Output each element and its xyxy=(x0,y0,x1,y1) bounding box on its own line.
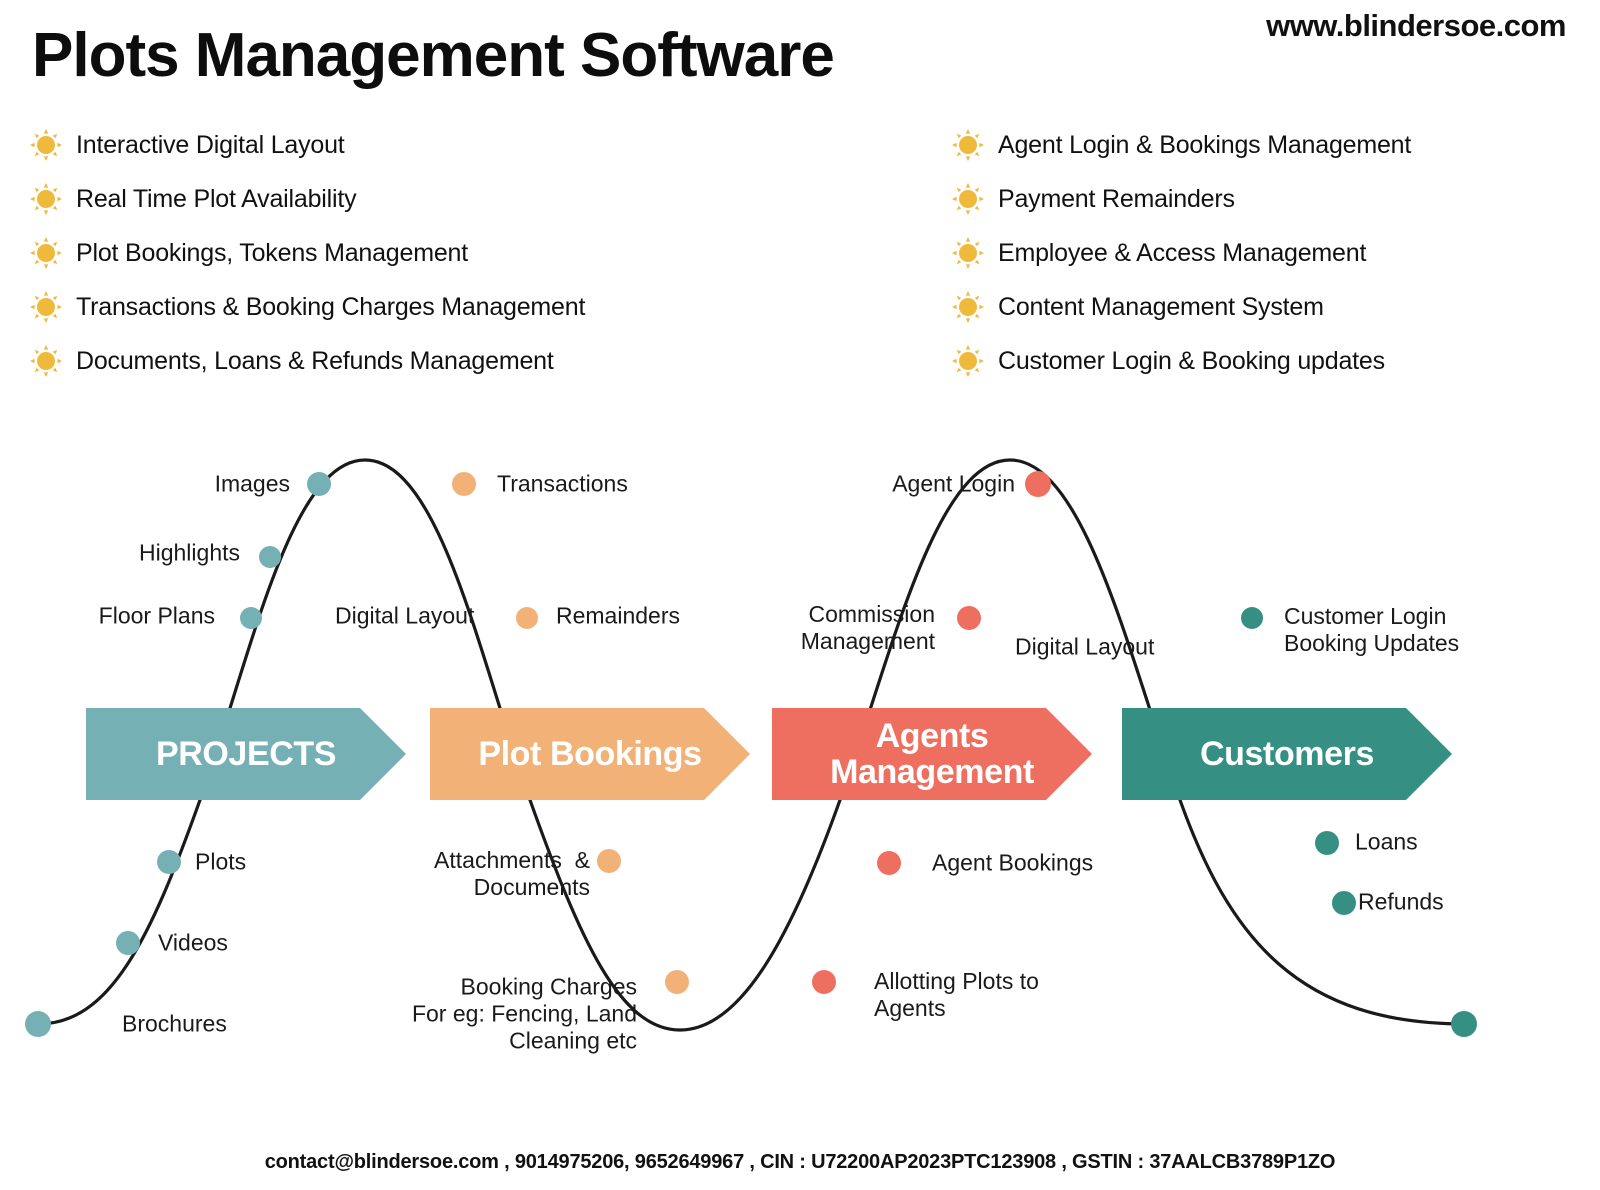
node-dot-transactions xyxy=(452,472,476,496)
node-dot-agent-bookings xyxy=(877,851,901,875)
sun-icon xyxy=(30,237,62,269)
node-label-digital-layout-2: Digital Layout xyxy=(1015,633,1155,660)
stage-banner-agents-management[interactable]: Agents Management xyxy=(772,708,1092,800)
sun-icon xyxy=(30,345,62,377)
sun-icon xyxy=(30,291,62,323)
feature-item: Documents, Loans & Refunds Management xyxy=(30,334,585,388)
footer-contact: contact@blindersoe.com , 9014975206, 965… xyxy=(264,1151,1336,1173)
node-label-allotting-plots: Allotting Plots to Agents xyxy=(874,967,1039,1021)
feature-item: Customer Login & Booking updates xyxy=(952,334,1411,388)
node-label-floor-plans: Floor Plans xyxy=(98,602,215,629)
feature-item: Agent Login & Bookings Management xyxy=(952,118,1411,172)
node-label-brochures: Brochures xyxy=(122,1010,227,1037)
node-label-agent-login: Agent Login xyxy=(892,470,1015,497)
feature-label: Customer Login & Booking updates xyxy=(998,346,1385,375)
node-dot-allotting-plots xyxy=(812,970,836,994)
feature-label: Interactive Digital Layout xyxy=(76,130,345,159)
node-label-refunds: Refunds xyxy=(1358,888,1444,915)
node-label-videos: Videos xyxy=(158,929,228,956)
node-label-remainders: Remainders xyxy=(556,602,680,629)
node-dot-brochures xyxy=(25,1011,51,1037)
feature-label: Payment Remainders xyxy=(998,184,1235,213)
sun-icon xyxy=(30,129,62,161)
node-label-plots: Plots xyxy=(195,848,247,875)
node-dot-floor-plans xyxy=(240,607,262,629)
feature-item: Payment Remainders xyxy=(952,172,1411,226)
feature-item: Plot Bookings, Tokens Management xyxy=(30,226,585,280)
node-label-commission-management: Commission Management xyxy=(800,600,935,654)
node-dot-refunds xyxy=(1332,891,1356,915)
feature-item: Real Time Plot Availability xyxy=(30,172,585,226)
node-label-highlights: Highlights xyxy=(139,539,240,566)
node-dot-attachments-documents xyxy=(597,849,621,873)
feature-label: Documents, Loans & Refunds Management xyxy=(76,346,554,375)
feature-label: Content Management System xyxy=(998,292,1324,321)
node-label-attachments-documents: Attachments & Documents xyxy=(434,846,590,900)
node-dot-remainders xyxy=(516,607,538,629)
feature-label: Plot Bookings, Tokens Management xyxy=(76,238,468,267)
node-dot-booking-charges xyxy=(665,970,689,994)
feature-item: Interactive Digital Layout xyxy=(30,118,585,172)
stage-banner-projects[interactable]: PROJECTS xyxy=(86,708,406,800)
node-label-loans: Loans xyxy=(1355,828,1418,855)
node-label-digital-layout-1: Digital Layout xyxy=(335,602,475,629)
node-dot-customer-login xyxy=(1241,607,1263,629)
infographic-page: Plots Management Software www.blindersoe… xyxy=(0,0,1600,1190)
sun-icon xyxy=(30,183,62,215)
sun-icon xyxy=(952,183,984,215)
node-dot-videos xyxy=(116,931,140,955)
node-dot-commission-management xyxy=(957,606,981,630)
node-dot-loans xyxy=(1315,831,1339,855)
sun-icon xyxy=(952,129,984,161)
website-url: www.blindersoe.com xyxy=(1266,8,1566,43)
feature-label: Real Time Plot Availability xyxy=(76,184,357,213)
node-dot-highlights xyxy=(259,546,281,568)
feature-label: Employee & Access Management xyxy=(998,238,1367,267)
feature-item: Transactions & Booking Charges Managemen… xyxy=(30,280,585,334)
node-dot-agent-login xyxy=(1025,471,1051,497)
feature-list-right: Agent Login & Bookings Management Paymen… xyxy=(952,118,1411,388)
feature-list-left: Interactive Digital Layout Real Time Plo… xyxy=(30,118,585,388)
node-label-transactions: Transactions xyxy=(497,470,628,497)
node-dot-images xyxy=(307,472,331,496)
node-label-customer-login-booking: Customer Login Booking Updates xyxy=(1284,602,1460,656)
page-title: Plots Management Software xyxy=(32,21,835,90)
feature-label: Transactions & Booking Charges Managemen… xyxy=(76,292,586,321)
feature-item: Employee & Access Management xyxy=(952,226,1411,280)
node-label-agent-bookings: Agent Bookings xyxy=(932,849,1094,876)
sun-icon xyxy=(952,345,984,377)
node-dot-plots xyxy=(157,850,181,874)
sun-icon xyxy=(952,237,984,269)
stage-banner-customers[interactable]: Customers xyxy=(1122,708,1452,800)
feature-label: Agent Login & Bookings Management xyxy=(998,130,1412,159)
feature-item: Content Management System xyxy=(952,280,1411,334)
node-label-booking-charges: Booking Charges For eg: Fencing, Land Cl… xyxy=(411,973,637,1054)
sun-icon xyxy=(952,291,984,323)
node-dot-customers-end xyxy=(1451,1011,1477,1037)
stage-banner-plot-bookings[interactable]: Plot Bookings xyxy=(430,708,750,800)
process-flow-diagram: Images Highlights Floor Plans Digital La… xyxy=(0,420,1600,1080)
node-label-images: Images xyxy=(214,470,290,497)
